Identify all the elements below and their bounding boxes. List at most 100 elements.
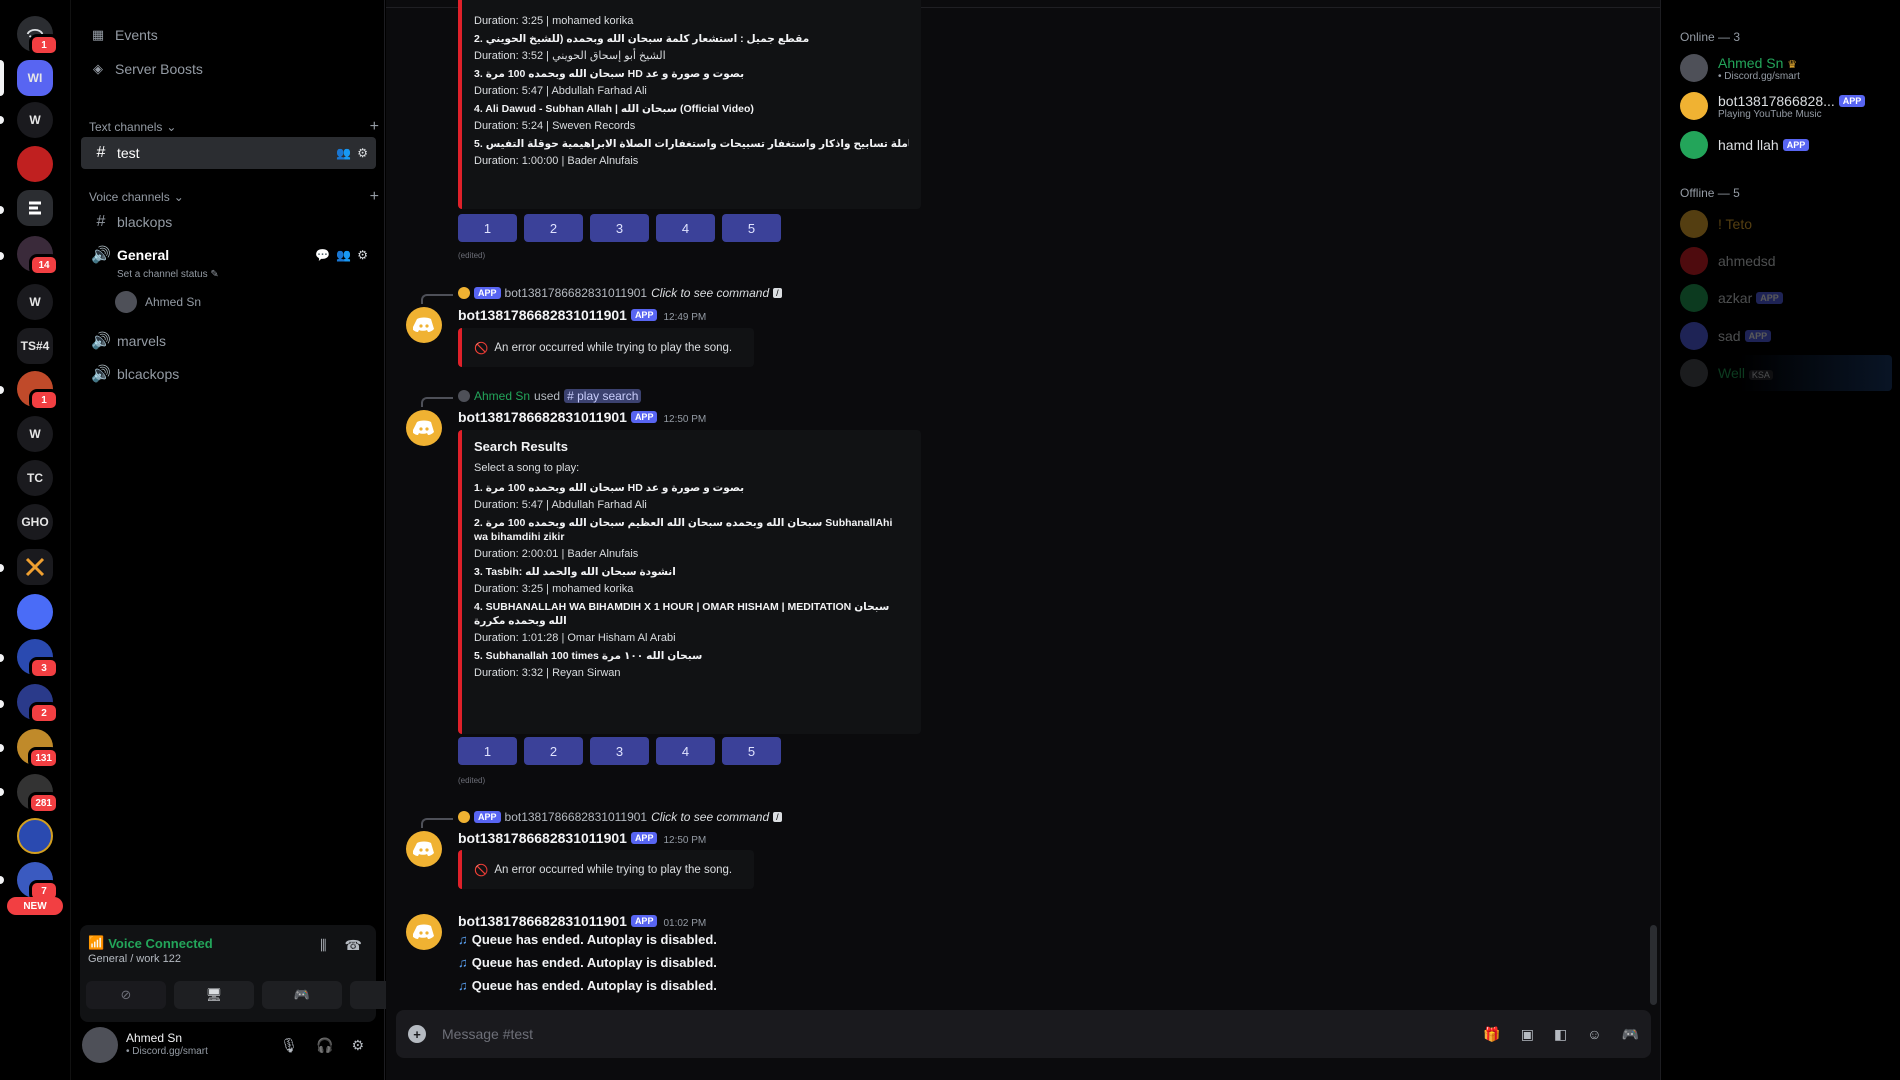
server-icon-131[interactable]: 131 xyxy=(17,729,59,769)
channel-marvels[interactable]: 🔊 marvels xyxy=(81,325,376,357)
bot-avatar xyxy=(1680,131,1708,159)
server-icon-tc[interactable]: TC xyxy=(17,460,53,496)
voice-user[interactable]: Ahmed Sn xyxy=(115,291,201,313)
music-notes-icon: ♫ xyxy=(458,978,468,993)
song-button-5[interactable]: 5 xyxy=(722,214,781,242)
noise-suppression-icon[interactable]: ⫼ xyxy=(320,937,326,954)
server-icon-281[interactable]: 281 xyxy=(17,774,59,814)
reply-reference[interactable]: APP bot1381786682831011901 Click to see … xyxy=(458,286,782,300)
avatar[interactable] xyxy=(82,1027,118,1063)
server-icon-robot[interactable] xyxy=(17,594,53,630)
emoji-icon[interactable]: ☺ xyxy=(1587,1026,1601,1042)
headphones-icon[interactable]: 🎧 xyxy=(316,1037,333,1054)
server-icon-x[interactable] xyxy=(17,549,53,585)
server-icon-gho[interactable]: GHO xyxy=(17,504,53,540)
gear-icon[interactable]: ⚙ xyxy=(357,248,368,262)
bot-avatar[interactable] xyxy=(406,307,442,343)
new-badge[interactable]: NEW xyxy=(7,897,63,915)
song-button-2[interactable]: 2 xyxy=(524,737,583,765)
disconnect-icon[interactable]: ☎ xyxy=(345,937,362,954)
server-boosts-item[interactable]: ◈ Server Boosts xyxy=(89,56,203,82)
song-button-1[interactable]: 1 xyxy=(458,737,517,765)
channel-blcackops[interactable]: 🔊 blcackops xyxy=(81,358,376,390)
user-name[interactable]: Ahmed Sn xyxy=(126,1031,182,1045)
message-author[interactable]: bot1381786682831011901 APP 12:50 PM xyxy=(458,830,706,846)
message-author[interactable]: bot1381786682831011901 APP 12:50 PM xyxy=(458,409,706,425)
gif-icon[interactable]: ▣ xyxy=(1521,1026,1534,1043)
message-author[interactable]: bot1381786682831011901 APP 01:02 PM xyxy=(458,913,706,929)
microphone-icon[interactable]: 🎙 xyxy=(280,1037,298,1054)
server-icon-dora[interactable]: 1 xyxy=(17,371,59,411)
settings-gear-icon[interactable]: ⚙ xyxy=(351,1037,364,1054)
song-button-3[interactable]: 3 xyxy=(590,737,649,765)
server-icon-w1[interactable]: W xyxy=(17,102,53,138)
channel-status[interactable]: Set a channel status ✎ xyxy=(117,269,219,280)
song-button-3[interactable]: 3 xyxy=(590,214,649,242)
reply-reference[interactable]: APP bot1381786682831011901 Click to see … xyxy=(458,810,782,824)
sticker-icon[interactable]: ◧ xyxy=(1554,1026,1567,1043)
reply-reference[interactable]: Ahmed Sn used # play search xyxy=(458,389,642,403)
channel-blackops[interactable]: # blackops xyxy=(81,206,376,238)
server-icon-s2[interactable]: 2 xyxy=(17,684,59,724)
activities-button[interactable]: 🎮 xyxy=(262,981,342,1009)
invite-icon[interactable]: 👥 xyxy=(336,146,351,160)
member-teto[interactable]: ! Teto xyxy=(1672,206,1892,242)
server-icon-car[interactable] xyxy=(17,146,53,182)
avatar xyxy=(1680,54,1708,82)
avatar xyxy=(1680,247,1708,275)
bot-avatar[interactable] xyxy=(406,831,442,867)
gear-icon[interactable]: ⚙ xyxy=(357,146,368,160)
invite-icon[interactable]: 👥 xyxy=(336,248,351,262)
member-ahmed-sn[interactable]: Ahmed Sn ♛ • Discord.gg/smart xyxy=(1672,50,1892,86)
gift-icon[interactable]: 🎁 xyxy=(1483,1026,1500,1043)
slash-command-icon: / xyxy=(773,288,782,298)
member-azkar[interactable]: azkar APP xyxy=(1672,280,1892,316)
song-button-4[interactable]: 4 xyxy=(656,214,715,242)
user-avatar-small xyxy=(458,390,470,402)
song-button-5[interactable]: 5 xyxy=(722,737,781,765)
server-icon-s3[interactable]: 3 xyxy=(17,639,59,679)
bot-avatar xyxy=(1680,322,1708,350)
add-channel-icon[interactable]: + xyxy=(370,188,379,206)
chevron-down-icon: ⌄ xyxy=(166,120,177,134)
text-channels-category[interactable]: Text channels ⌄ + xyxy=(89,118,379,136)
song-button-2[interactable]: 2 xyxy=(524,214,583,242)
apps-icon[interactable]: 🎮 xyxy=(1622,1026,1639,1043)
chat-icon[interactable]: 💬 xyxy=(315,248,330,262)
bot-avatar[interactable] xyxy=(406,410,442,446)
add-channel-icon[interactable]: + xyxy=(370,118,379,136)
chat-scrollbar[interactable] xyxy=(1650,925,1657,1005)
member-bot[interactable]: bot13817866828... APP Playing YouTube Mus… xyxy=(1672,88,1892,124)
message-input[interactable] xyxy=(442,1026,1464,1042)
server-icon-ts4[interactable]: TS#4 xyxy=(17,328,53,364)
prohibited-icon: 🚫 xyxy=(474,342,489,355)
member-sad[interactable]: sad APP xyxy=(1672,318,1892,354)
song-button-4[interactable]: 4 xyxy=(656,737,715,765)
screen-share-button[interactable]: 🖥 xyxy=(174,981,254,1009)
member-well[interactable]: Well KSA xyxy=(1672,355,1892,391)
server-icon-14[interactable]: 14 xyxy=(17,236,59,276)
camera-off-button[interactable]: ⊘ xyxy=(86,981,166,1009)
song-button-1[interactable]: 1 xyxy=(458,214,517,242)
voice-location[interactable]: General / work 122 xyxy=(88,953,181,965)
add-attachment-icon[interactable]: + xyxy=(408,1025,426,1043)
command-mention[interactable]: # play search xyxy=(564,389,642,403)
server-icon-e[interactable] xyxy=(17,190,53,226)
server-icon-h[interactable] xyxy=(17,818,53,854)
server-icon-wi[interactable]: WI xyxy=(17,60,53,96)
error-embed: 🚫 An error occurred while trying to play… xyxy=(458,850,754,889)
direct-messages-icon[interactable]: 1 xyxy=(17,16,59,56)
voice-status: Voice Connected xyxy=(108,935,213,951)
server-icon-7[interactable]: 7 xyxy=(17,862,59,902)
offline-header: Offline — 5 xyxy=(1680,186,1740,200)
channel-test[interactable]: # test 👥 ⚙ xyxy=(81,137,376,169)
voice-channels-category[interactable]: Voice channels ⌄ + xyxy=(89,188,379,206)
bot-avatar[interactable] xyxy=(406,914,442,950)
events-item[interactable]: ▦ Events xyxy=(89,22,158,48)
message-author[interactable]: bot1381786682831011901 APP 12:49 PM xyxy=(458,307,706,323)
channel-general[interactable]: 🔊 General 💬 👥 ⚙ xyxy=(81,239,376,271)
server-icon-w3[interactable]: W xyxy=(17,416,53,452)
member-ahmedsd[interactable]: ahmedsd xyxy=(1672,243,1892,279)
server-icon-w2[interactable]: W xyxy=(17,284,53,320)
member-hamd-llah[interactable]: hamd llah APP xyxy=(1672,127,1892,163)
